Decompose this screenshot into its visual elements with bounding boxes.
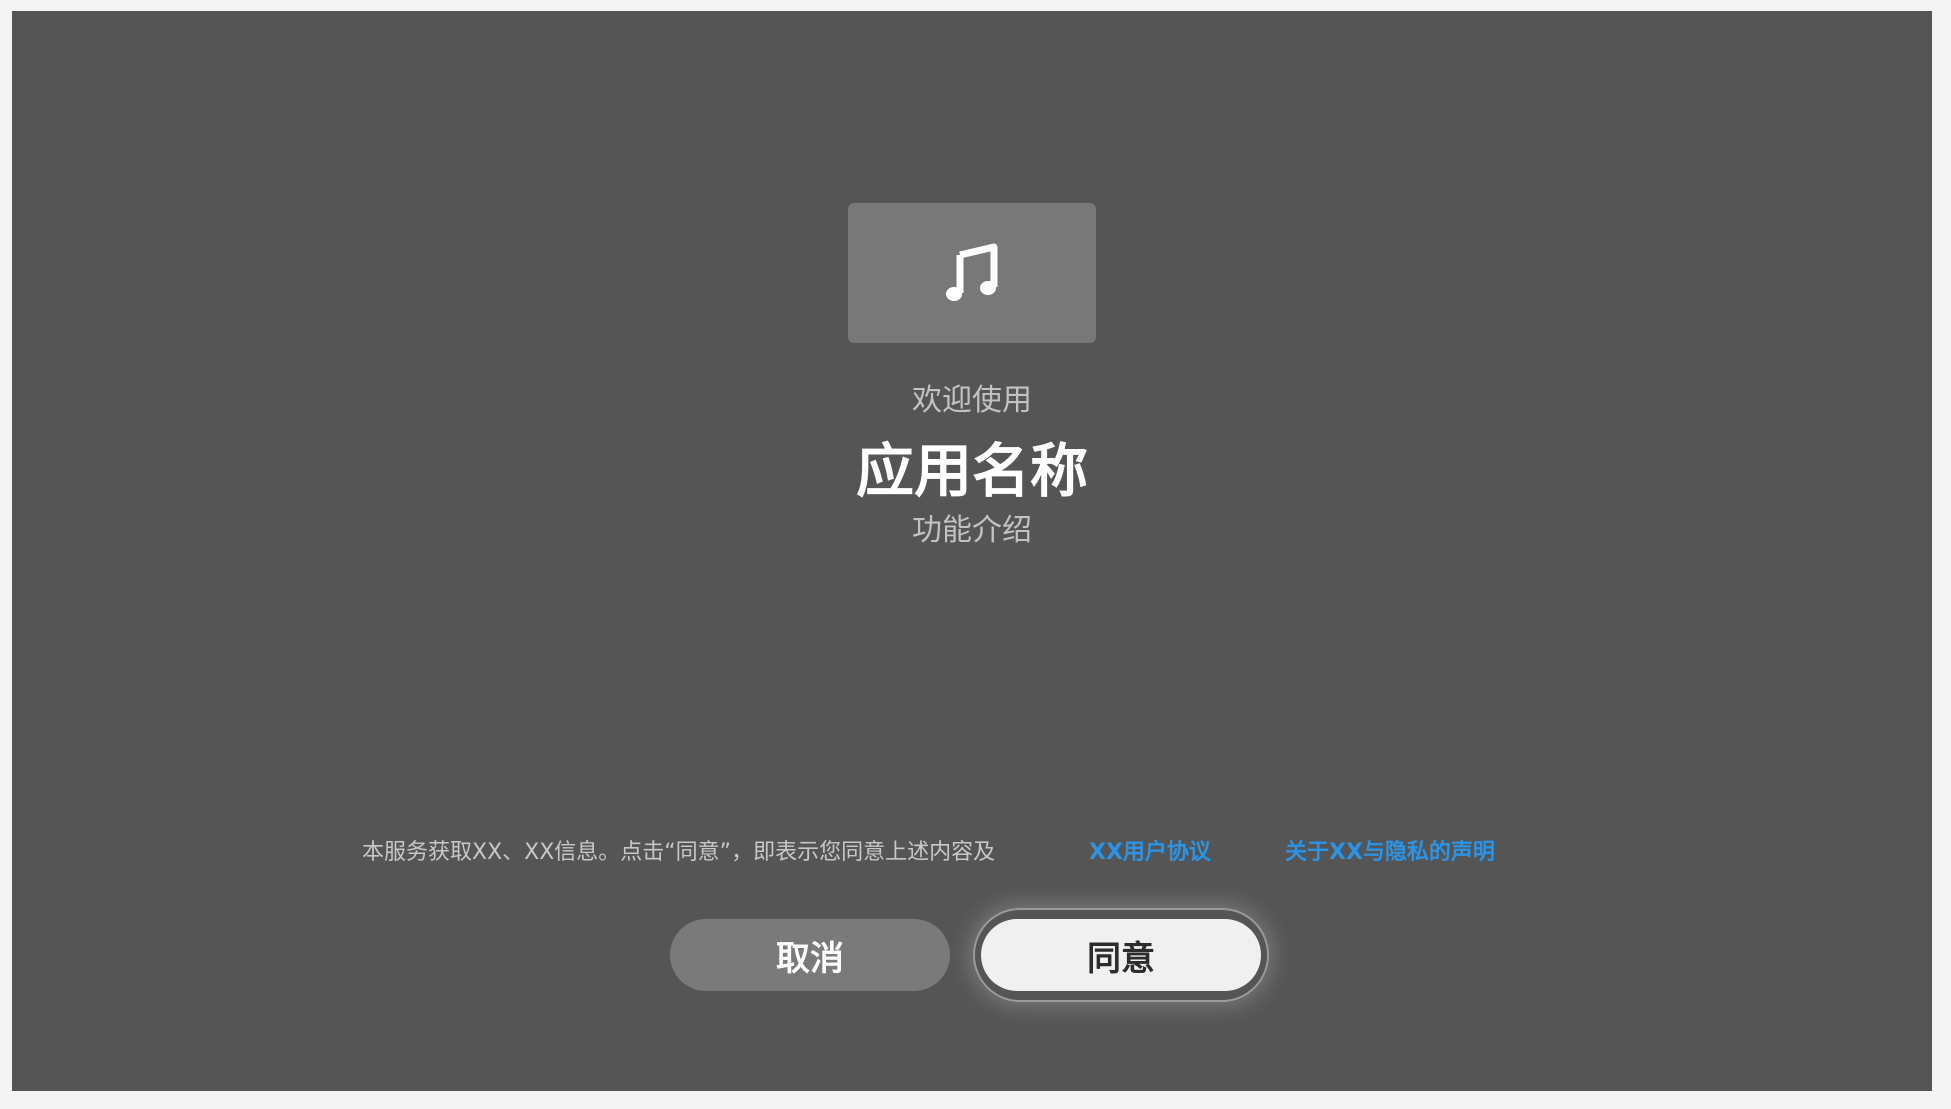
welcome-screen: 欢迎使用 应用名称 功能介绍 本服务获取XX、XX信息。点击“同意”，即表示您同… — [12, 11, 1932, 1091]
feature-intro-text: 功能介绍 — [912, 513, 1032, 548]
user-agreement-link[interactable]: XX用户协议 — [1089, 837, 1211, 869]
privacy-statement-link[interactable]: 关于XX与隐私的声明 — [1285, 837, 1495, 869]
welcome-text: 欢迎使用 — [912, 383, 1032, 418]
app-icon-tile — [848, 203, 1096, 343]
agree-button[interactable]: 同意 — [981, 919, 1261, 991]
app-name-title: 应用名称 — [855, 437, 1088, 505]
privacy-notice-text: 本服务获取XX、XX信息。点击“同意”，即表示您同意上述内容及 — [362, 840, 996, 865]
music-note-icon — [946, 243, 998, 301]
cancel-button[interactable]: 取消 — [670, 919, 950, 991]
